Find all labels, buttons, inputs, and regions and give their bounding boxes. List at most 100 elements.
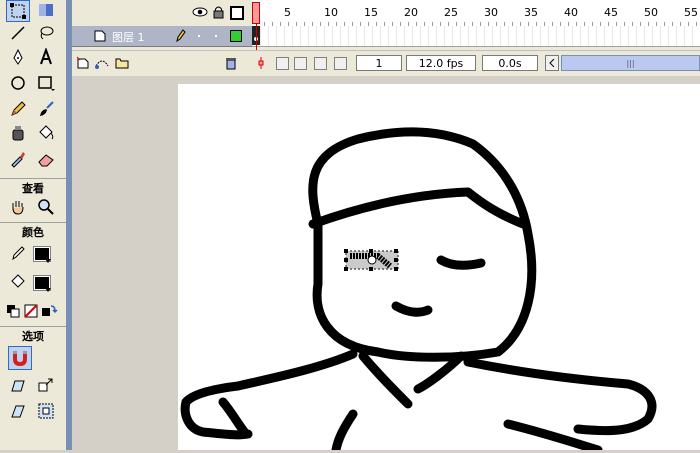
stage-canvas[interactable] — [178, 84, 700, 453]
smooth-button[interactable] — [6, 374, 30, 396]
brush-icon — [40, 101, 54, 116]
pen-tool[interactable] — [6, 46, 30, 68]
left-hand — [218, 397, 251, 439]
insert-layer-folder-button[interactable] — [114, 56, 130, 73]
lasso-icon — [40, 26, 54, 40]
layer-lock-dot[interactable] — [215, 35, 217, 37]
left-arm — [180, 349, 358, 440]
gradient-transform-icon — [39, 4, 53, 16]
tools-panel: 查看 颜色 选项 — [0, 0, 67, 450]
show-hide-layers-icon[interactable] — [192, 6, 208, 21]
layer-visible-dot[interactable] — [198, 35, 200, 37]
right-arm — [463, 357, 657, 436]
eyedropper-tool[interactable] — [6, 148, 30, 170]
layer-page-icon — [94, 30, 106, 45]
scale-button[interactable] — [34, 400, 58, 422]
eyedropper-icon — [11, 152, 25, 168]
rectangle-icon — [38, 76, 55, 91]
timeline-panel: 1510152025303540455055 图层 1 — [72, 0, 700, 77]
pasteboard[interactable] — [72, 76, 700, 453]
playhead[interactable] — [252, 2, 260, 24]
onion-skin-button[interactable] — [276, 57, 289, 70]
lasso-tool[interactable] — [34, 22, 58, 44]
line-icon — [11, 26, 25, 40]
frames-row[interactable] — [252, 26, 700, 47]
free-transform-icon — [10, 3, 26, 19]
gradient-transform-tool[interactable] — [34, 0, 58, 22]
outline-layers-icon[interactable] — [230, 6, 244, 20]
onion-skin-outlines-button[interactable] — [294, 57, 307, 70]
stroke-pencil-icon — [12, 246, 25, 261]
current-frame-field: 1 — [356, 55, 402, 71]
insert-layer-button[interactable] — [76, 56, 90, 73]
hand-tool[interactable] — [6, 196, 30, 218]
rectangle-tool[interactable] — [34, 72, 58, 94]
frame-tick-label: 5 — [284, 6, 291, 19]
modify-onion-markers-button[interactable] — [334, 57, 347, 70]
timeline-status-bar: 1 12.0 fps 0.0s ||| — [72, 50, 700, 77]
rotate-skew-button[interactable] — [6, 400, 30, 422]
scale-icon — [38, 403, 54, 419]
oval-tool[interactable] — [6, 72, 30, 94]
add-motion-guide-button[interactable] — [94, 56, 110, 73]
fill-dropdown-icon — [45, 288, 51, 292]
eraser-icon — [38, 154, 54, 167]
ink-bottle-tool[interactable] — [6, 122, 30, 144]
text-tool[interactable] — [34, 46, 58, 68]
rotate-skew-icon — [11, 405, 25, 418]
frame-tick-label: 35 — [524, 6, 538, 19]
view-section-header: 查看 — [0, 178, 66, 197]
hair-line — [308, 187, 528, 229]
layer-name[interactable]: 图层 1 — [112, 29, 145, 45]
straighten-icon — [38, 378, 53, 392]
frame-rate-field[interactable]: 12.0 fps — [406, 55, 476, 71]
lock-layers-icon[interactable] — [213, 5, 224, 22]
edit-multiple-frames-button[interactable] — [314, 57, 327, 70]
center-frame-button[interactable] — [256, 56, 266, 73]
hand-icon — [12, 201, 24, 215]
fill-bucket-icon — [11, 274, 25, 288]
pen-icon — [13, 48, 23, 65]
right-eye — [436, 255, 486, 270]
layer-row[interactable]: 图层 1 — [72, 26, 252, 47]
frame-tick-label: 50 — [644, 6, 658, 19]
delete-layer-button[interactable] — [224, 56, 238, 73]
pencil-tool[interactable] — [6, 98, 30, 120]
scroll-left-arrow-icon — [549, 59, 555, 67]
elapsed-time-field: 0.0s — [482, 55, 538, 71]
snap-to-objects-button[interactable] — [8, 346, 32, 370]
paint-bucket-tool[interactable] — [34, 122, 58, 144]
frame-ruler[interactable]: 1510152025303540455055 — [252, 0, 700, 27]
collar-left — [358, 351, 413, 409]
timeline-scrollbar-thumb[interactable]: ||| — [561, 55, 700, 71]
layer-edit-pencil-icon — [176, 29, 186, 45]
layer-outline-color-square[interactable] — [230, 30, 242, 42]
eraser-tool[interactable] — [34, 148, 58, 170]
pencil-icon — [11, 101, 26, 116]
torso-line — [331, 409, 358, 453]
head-outline — [308, 127, 537, 362]
smooth-icon — [11, 380, 25, 392]
stroke-dropdown-icon — [45, 259, 51, 263]
scroll-left-button[interactable] — [545, 55, 559, 71]
magnet-icon — [13, 351, 27, 367]
cartoon-drawing[interactable] — [178, 84, 700, 453]
line-tool[interactable] — [6, 22, 30, 44]
frame-tick-label: 45 — [604, 6, 618, 19]
playhead-line — [256, 24, 257, 50]
default-colors-button[interactable] — [4, 300, 22, 322]
frame-tick-label: 20 — [404, 6, 418, 19]
free-transform-tool[interactable] — [6, 0, 30, 22]
selected-left-eye[interactable] — [344, 249, 399, 271]
zoom-tool[interactable] — [34, 196, 58, 218]
default-colors-icon — [7, 305, 20, 318]
brush-tool[interactable] — [34, 98, 58, 120]
frame-tick-label: 40 — [564, 6, 578, 19]
straighten-button[interactable] — [34, 374, 58, 396]
no-color-button[interactable] — [22, 300, 40, 322]
frame-tick-label: 55 — [684, 6, 698, 19]
fill-color-label — [6, 270, 30, 292]
swap-colors-button[interactable] — [40, 300, 58, 322]
frame-tick-label: 30 — [484, 6, 498, 19]
swap-colors-icon — [42, 305, 58, 316]
